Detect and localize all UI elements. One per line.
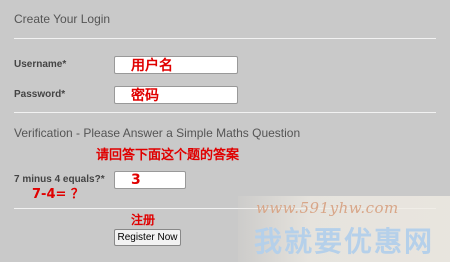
verification-title: Verification - Please Answer a Simple Ma… [14,126,301,140]
username-field[interactable] [114,56,238,74]
register-hint-annotation: 注册 [131,213,156,227]
title-divider [14,38,436,39]
password-field[interactable] [114,86,238,104]
username-label: Username* [14,59,67,70]
watermark: www.591yhw.com 我就要优惠网 [238,196,450,262]
answer-field[interactable] [114,171,186,189]
page-title: Create Your Login [14,12,111,26]
question-hint-annotation: 请回答下面这个题的答案 [96,148,240,163]
password-label: Password* [14,89,66,100]
watermark-name: 我就要优惠网 [253,225,434,258]
equation-annotation: 7-4= ？ [32,187,84,202]
password-divider [14,112,436,113]
register-button[interactable]: Register Now [114,229,181,246]
watermark-url: www.591yhw.com [256,199,399,217]
